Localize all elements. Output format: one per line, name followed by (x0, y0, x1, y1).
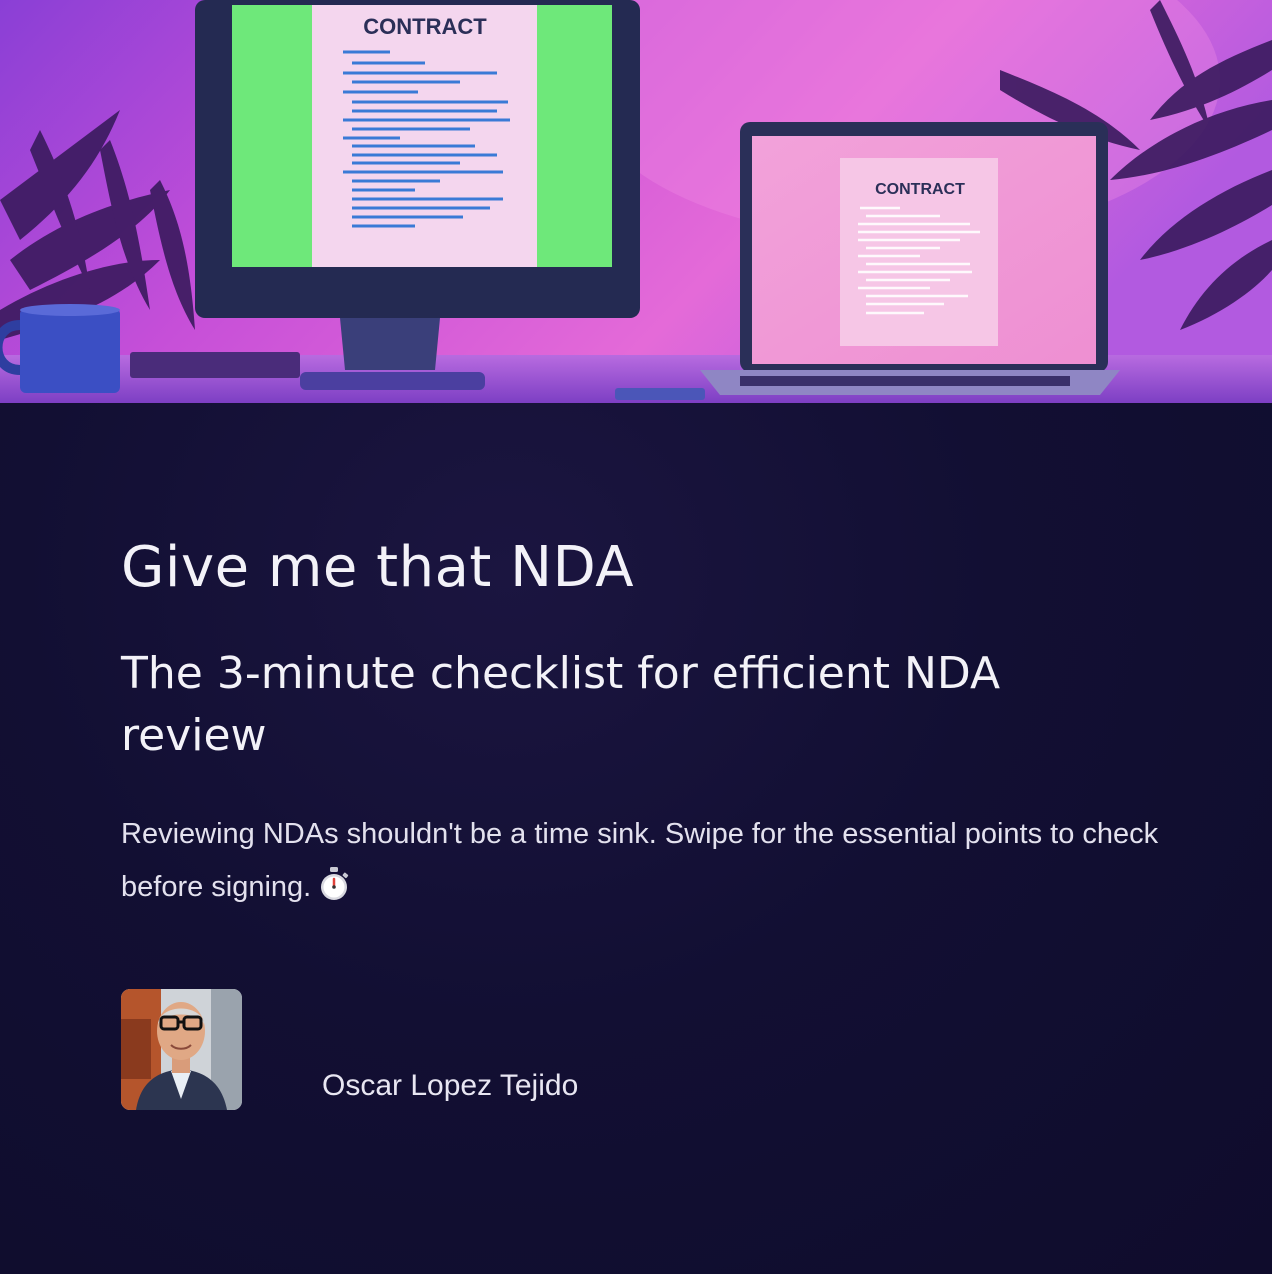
description-text: Reviewing NDAs shouldn't be a time sink.… (121, 818, 1159, 903)
monitor-doc-title: CONTRACT (363, 14, 487, 39)
hero-image: CONTRACT CONTRACT (0, 0, 1272, 403)
nda-slide: CONTRACT CONTRACT Give me that NDA The 3… (0, 0, 1272, 1274)
description-paragraph: Reviewing NDAs shouldn't be a time sink.… (121, 808, 1161, 920)
laptop-doc-title: CONTRACT (875, 181, 965, 198)
page-subtitle: The 3-minute checklist for efficient NDA… (121, 648, 1001, 761)
author-name: Oscar Lopez Tejido (322, 1069, 579, 1102)
stopwatch-icon (317, 866, 351, 920)
avatar (121, 989, 242, 1110)
page-title: Give me that NDA (121, 535, 635, 600)
